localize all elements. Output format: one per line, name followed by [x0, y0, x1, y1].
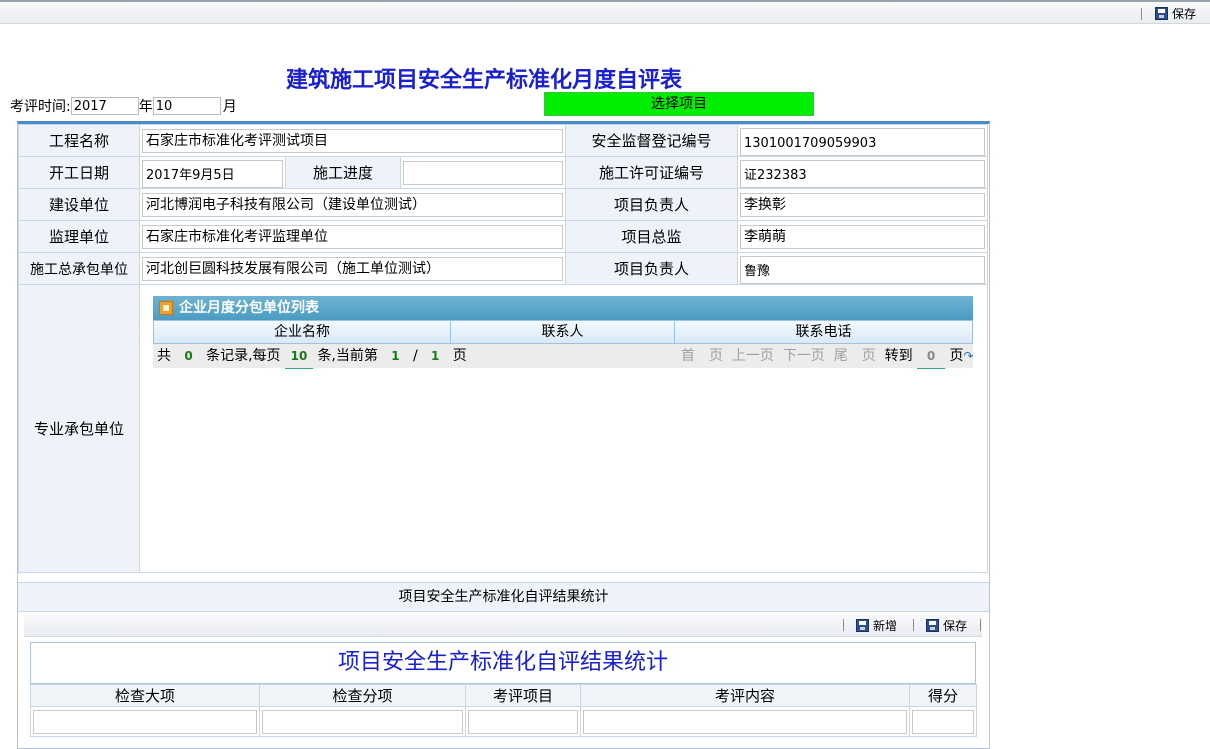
grid-pager: 共 0 条记录,每页 10 条,当前第 1 / 1 页 首 页 上一页 下一页 …	[153, 344, 974, 369]
col-company-name[interactable]: 企业名称	[154, 321, 451, 343]
supervisor-field[interactable]: 石家庄市标准化考评监理单位	[142, 224, 563, 249]
last-page-link[interactable]: 尾 页	[834, 348, 876, 364]
grid-header: 企业名称 联系人 联系电话	[153, 320, 973, 344]
year-input[interactable]	[70, 97, 139, 115]
contractor-field[interactable]: 河北创巨圆科技发展有限公司（施工单位测试）	[142, 256, 563, 281]
manager2-label: 项目负责人	[565, 252, 738, 285]
eval-item-input[interactable]	[468, 709, 578, 734]
pager-slash: /	[412, 348, 418, 364]
supervision-no-field[interactable]: 1301001709059903	[740, 128, 985, 156]
evaluation-period: 考评时间: 年 月	[10, 96, 237, 116]
project-name-field[interactable]: 石家庄市标准化考评测试项目	[142, 128, 563, 153]
col-contact[interactable]: 联系人	[451, 321, 675, 343]
contractor-label: 施工总承包单位	[18, 252, 140, 285]
result-table: 检查大项 检查分项 考评项目 考评内容 得分	[30, 684, 977, 737]
manager2-field[interactable]: 鲁豫	[740, 256, 985, 284]
result-toolbar: 新增 保存	[24, 614, 982, 637]
check-subitem-input[interactable]	[262, 709, 463, 734]
subcontractor-grid: 企业月度分包单位列表 企业名称 联系人 联系电话 共 0 条记录,每页 10 条…	[153, 296, 974, 376]
start-date-label: 开工日期	[18, 156, 140, 189]
next-page-link[interactable]: 下一页	[783, 348, 825, 364]
grid-list-icon	[159, 301, 173, 315]
result-save-label: 保存	[943, 618, 968, 633]
goto-label: 转到	[884, 348, 913, 364]
pager-pages: 1	[431, 349, 440, 363]
result-title: 项目安全生产标准化自评结果统计	[30, 642, 976, 684]
pager-current: 1	[391, 349, 400, 363]
first-page-link[interactable]: 首 页	[681, 348, 723, 364]
pager-current-prefix: 条,当前第	[317, 348, 378, 364]
chief-field[interactable]: 李萌萌	[740, 224, 985, 249]
check-category-input[interactable]	[33, 709, 257, 734]
grid-title: 企业月度分包单位列表	[179, 300, 319, 316]
result-save-button[interactable]: 保存	[926, 617, 967, 633]
save-label: 保存	[1172, 6, 1197, 21]
supervisor-label: 监理单位	[18, 220, 140, 253]
progress-label: 施工进度	[285, 156, 401, 189]
pager-records-text: 条记录,每页	[206, 348, 281, 364]
supervision-no-label: 安全监督登记编号	[565, 124, 738, 157]
add-label: 新增	[873, 618, 898, 633]
sub-contractor-label: 专业承包单位	[18, 284, 140, 573]
prev-page-link[interactable]: 上一页	[732, 348, 774, 364]
manager-label: 项目负责人	[565, 188, 738, 221]
permit-no-label: 施工许可证编号	[565, 156, 738, 189]
add-button[interactable]: 新增	[856, 617, 897, 633]
progress-field[interactable]	[403, 160, 563, 185]
pager-page-unit: 页	[452, 348, 467, 364]
save-button[interactable]: 保存	[1155, 5, 1196, 21]
add-icon	[856, 618, 869, 632]
col-eval-item: 考评项目	[465, 684, 581, 707]
table-row	[30, 706, 977, 737]
toolbar-separator	[913, 619, 914, 631]
pager-total-prefix: 共	[157, 348, 171, 364]
eval-content-input[interactable]	[583, 709, 907, 734]
page-title: 建筑施工项目安全生产标准化月度自评表	[286, 67, 683, 93]
permit-no-field[interactable]: 证232383	[740, 160, 985, 188]
toolbar-separator	[980, 619, 981, 631]
save-icon	[1155, 6, 1168, 20]
select-project-button[interactable]: 选择项目	[544, 92, 814, 116]
goto-page-input[interactable]: 0	[917, 344, 946, 369]
project-form: 工程名称 石家庄市标准化考评测试项目 安全监督登记编号 130100170905…	[17, 121, 990, 749]
project-name-label: 工程名称	[18, 124, 140, 157]
toolbar-separator	[843, 619, 844, 631]
builder-field[interactable]: 河北博润电子科技有限公司（建设单位测试）	[142, 192, 563, 217]
col-check-subitem: 检查分项	[259, 684, 466, 707]
builder-label: 建设单位	[18, 188, 140, 221]
score-input[interactable]	[912, 709, 974, 734]
col-eval-content: 考评内容	[580, 684, 910, 707]
top-toolbar: 保存	[0, 0, 1210, 24]
goto-arrow-icon[interactable]: ↷	[964, 349, 974, 363]
year-unit: 年	[138, 99, 153, 115]
month-input[interactable]	[152, 97, 221, 115]
col-phone[interactable]: 联系电话	[675, 321, 972, 343]
pager-total: 0	[184, 349, 193, 363]
save-icon	[926, 618, 939, 632]
toolbar-separator	[1141, 8, 1142, 20]
period-label: 考评时间:	[10, 99, 71, 115]
manager-field[interactable]: 李换彰	[740, 192, 985, 217]
col-check-category: 检查大项	[30, 684, 260, 707]
month-unit: 月	[222, 99, 237, 115]
goto-unit: 页	[949, 348, 964, 364]
grid-title-bar: 企业月度分包单位列表	[153, 296, 973, 320]
start-date-field[interactable]: 2017年9月5日	[142, 160, 283, 188]
page-size-input[interactable]: 10	[284, 344, 313, 369]
chief-label: 项目总监	[565, 220, 738, 253]
col-score: 得分	[909, 684, 977, 707]
stats-section-header: 项目安全生产标准化自评结果统计	[18, 582, 989, 612]
